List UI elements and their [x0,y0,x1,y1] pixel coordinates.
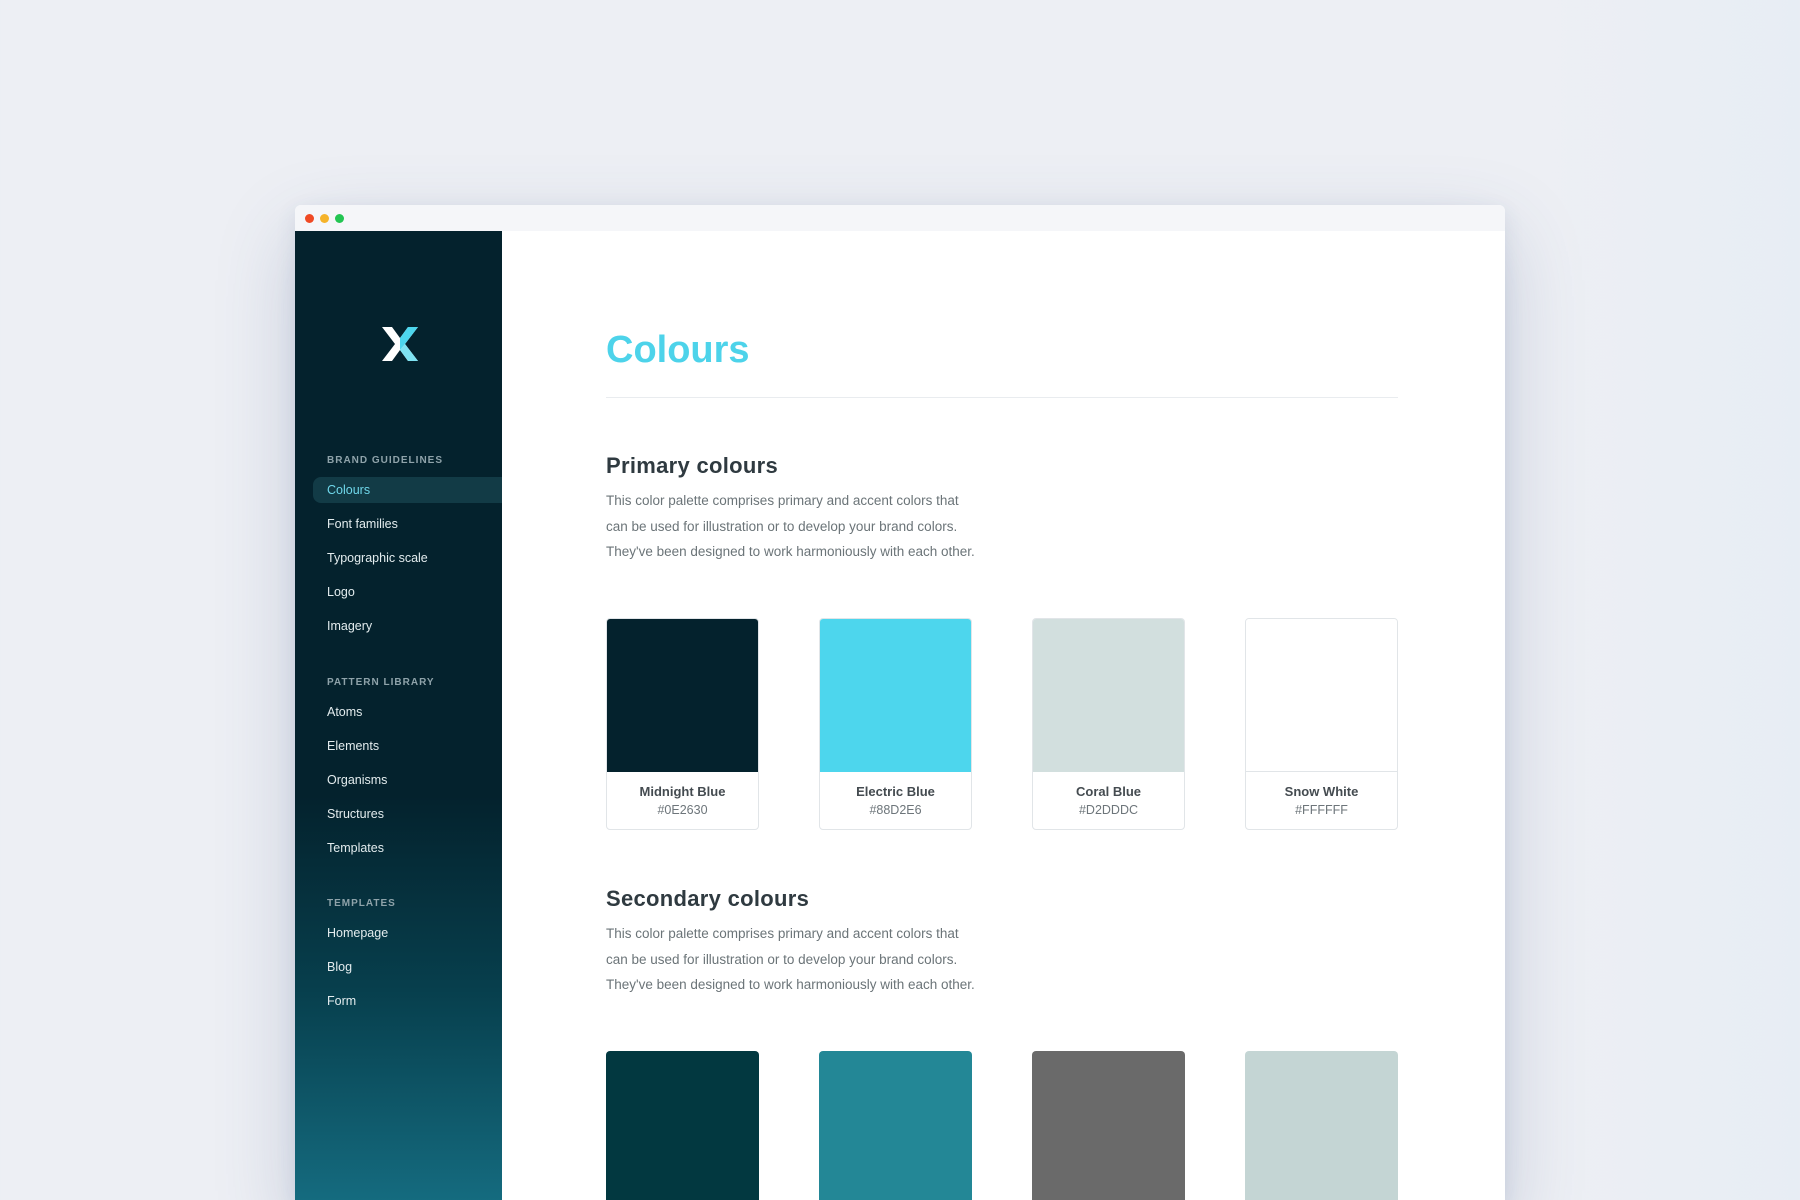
swatch-color [606,1051,759,1200]
nav-heading: BRAND GUIDELINES [327,455,444,466]
primary-colours-description: This color palette comprises primary and… [606,493,975,559]
x-logo-icon[interactable] [382,327,418,361]
swatch-name: Electric Blue [856,784,935,799]
color-swatch-secondary-2[interactable] [819,1051,972,1200]
close-window-button[interactable] [305,213,314,223]
swatch-color [819,1051,972,1200]
color-swatch-secondary-3[interactable] [1032,1051,1185,1200]
main-content: Colours Primary colours This color palet… [502,231,1505,1200]
swatch-meta: Snow White #FFFFFF [1246,772,1397,829]
sidebar-item-typographic-scale[interactable]: Typographic scale [295,545,502,571]
secondary-swatch-row [606,1051,1398,1200]
color-swatch-secondary-1[interactable] [606,1051,759,1200]
primary-swatch-row: Midnight Blue #0E2630 Electric Blue #88D… [606,618,1398,830]
sidebar-item-imagery[interactable]: Imagery [295,613,502,639]
swatch-meta: Coral Blue #D2DDDC [1033,772,1184,829]
nav-group-pattern-library: PATTERN LIBRARY Atoms Elements Organisms… [295,675,502,861]
color-swatch-electric-blue[interactable]: Electric Blue #88D2E6 [819,618,972,830]
sidebar-item-organisms[interactable]: Organisms [295,767,502,793]
swatch-color [1246,619,1397,772]
primary-colours-title: Primary colours [606,453,779,478]
maximize-window-button[interactable] [335,213,344,223]
sidebar-item-form[interactable]: Form [295,988,502,1014]
sidebar-item-homepage[interactable]: Homepage [295,920,502,946]
swatch-name: Coral Blue [1075,784,1141,799]
title-divider [606,397,1398,398]
swatch-hex: #D2DDDC [1078,803,1139,817]
swatch-meta: Electric Blue #88D2E6 [820,772,971,829]
sidebar-item-colours[interactable]: Colours [313,477,502,503]
sidebar-item-atoms[interactable]: Atoms [295,699,502,725]
sidebar-item-structures[interactable]: Structures [295,801,502,827]
sidebar-item-logo[interactable]: Logo [295,579,502,605]
swatch-name: Midnight Blue [639,784,726,799]
sidebar-item-elements[interactable]: Elements [295,733,502,759]
nav-group-brand-guidelines: BRAND GUIDELINES Colours Font families T… [295,453,502,639]
swatch-color [820,619,971,772]
sidebar-item-blog[interactable]: Blog [295,954,502,980]
swatch-hex: #0E2630 [657,803,708,817]
swatch-meta: Midnight Blue #0E2630 [607,772,758,829]
secondary-colours-description: This color palette comprises primary and… [606,926,975,992]
swatch-hex: #FFFFFF [1295,803,1348,817]
color-swatch-coral-blue[interactable]: Coral Blue #D2DDDC [1032,618,1185,830]
nav-heading: PATTERN LIBRARY [327,677,435,688]
swatch-hex: #88D2E6 [869,803,922,817]
browser-window: BRAND GUIDELINES Colours Font families T… [295,205,1505,1200]
swatch-color [1033,619,1184,772]
swatch-color [607,619,758,772]
swatch-name: Snow White [1284,784,1359,799]
page-title: Colours [606,329,750,371]
minimize-window-button[interactable] [320,213,329,223]
nav-heading: TEMPLATES [327,898,396,909]
sidebar-item-templates[interactable]: Templates [295,835,502,861]
window-titlebar [295,205,1505,231]
sidebar: BRAND GUIDELINES Colours Font families T… [295,231,502,1200]
swatch-color [1245,1051,1398,1200]
color-swatch-snow-white[interactable]: Snow White #FFFFFF [1245,618,1398,830]
nav-group-templates: TEMPLATES Homepage Blog Form [295,896,502,1014]
sidebar-item-font-families[interactable]: Font families [295,511,502,537]
color-swatch-midnight-blue[interactable]: Midnight Blue #0E2630 [606,618,759,830]
swatch-color [1032,1051,1185,1200]
secondary-colours-title: Secondary colours [606,886,810,911]
color-swatch-secondary-4[interactable] [1245,1051,1398,1200]
